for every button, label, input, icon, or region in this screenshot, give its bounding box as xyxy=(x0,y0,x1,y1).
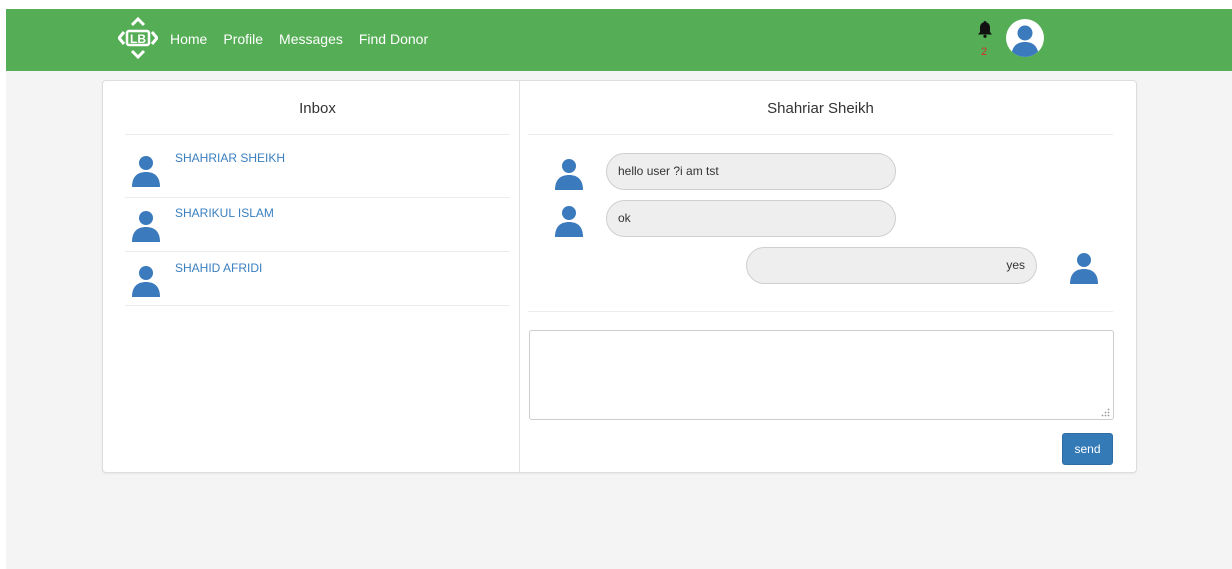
divider xyxy=(125,305,510,306)
bell-icon[interactable] xyxy=(977,20,993,38)
profile-avatar[interactable] xyxy=(1006,19,1044,57)
user-avatar-icon xyxy=(555,206,583,237)
divider xyxy=(125,251,510,252)
user-avatar-icon xyxy=(1011,25,1039,57)
chat-title: Shahriar Sheikh xyxy=(767,100,874,117)
inbox-item-name[interactable]: SHAHRIAR SHEIKH xyxy=(175,151,285,165)
user-avatar-icon xyxy=(555,159,583,190)
inbox-item[interactable]: SHARIKUL ISLAM xyxy=(125,198,510,252)
nav-profile-link[interactable]: Profile xyxy=(223,31,263,47)
panel-divider xyxy=(519,81,520,472)
inbox-item-name[interactable]: SHAHID AFRIDI xyxy=(175,261,262,275)
svg-text:LB: LB xyxy=(130,32,146,46)
user-avatar-icon xyxy=(132,266,160,297)
send-button[interactable]: send xyxy=(1062,433,1113,465)
chat-message: yes xyxy=(746,247,1037,284)
user-avatar-icon xyxy=(132,156,160,187)
nav-links: Home Profile Messages Find Donor xyxy=(170,31,444,47)
nav-home-link[interactable]: Home xyxy=(170,31,207,47)
user-avatar-icon xyxy=(132,211,160,242)
inbox-title: Inbox xyxy=(299,100,336,117)
chat-message: ok xyxy=(606,200,896,237)
chat-message: hello user ?i am tst xyxy=(606,153,896,190)
divider xyxy=(125,134,510,135)
nav-messages-link[interactable]: Messages xyxy=(279,31,343,47)
lb-logo-icon[interactable]: LB xyxy=(118,16,158,60)
notification-count: 2 xyxy=(981,46,988,58)
divider xyxy=(528,134,1113,135)
inbox-item[interactable]: SHAHRIAR SHEIKH xyxy=(125,143,510,197)
message-input[interactable] xyxy=(529,330,1114,420)
inbox-item-name[interactable]: SHARIKUL ISLAM xyxy=(175,206,274,220)
user-avatar-icon xyxy=(1070,253,1098,284)
nav-find-donor-link[interactable]: Find Donor xyxy=(359,31,428,47)
resize-grip-icon[interactable] xyxy=(1101,408,1110,417)
divider xyxy=(528,311,1113,312)
inbox-item[interactable]: SHAHID AFRIDI xyxy=(125,253,510,307)
